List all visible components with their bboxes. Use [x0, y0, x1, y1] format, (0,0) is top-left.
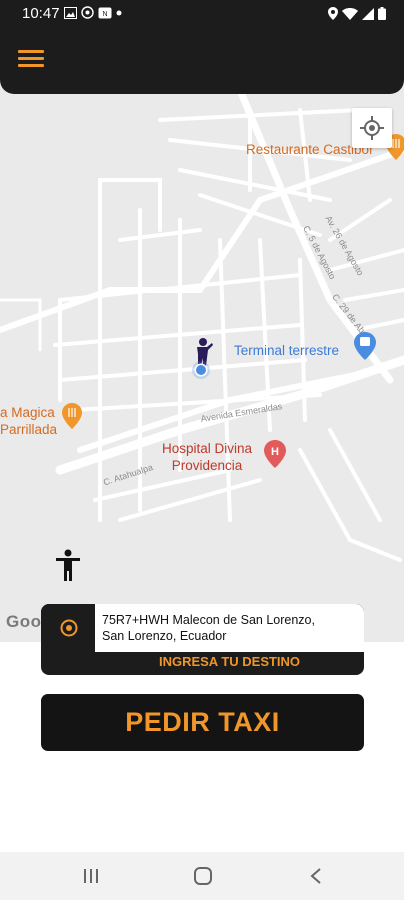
hospital-pin-icon[interactable]: H	[264, 440, 286, 468]
gallery-icon	[64, 6, 77, 19]
signal-icon	[362, 7, 374, 20]
origin-pin-box	[41, 604, 95, 652]
home-icon[interactable]	[193, 866, 213, 886]
enter-destination-button[interactable]: INGRESA TU DESTINO	[95, 654, 364, 669]
address-card: 75R7+HWH Malecon de San Lorenzo, San Lor…	[41, 604, 364, 675]
nfc-icon: N	[98, 7, 112, 18]
app-header	[0, 28, 404, 94]
dot-icon	[116, 10, 122, 15]
battery-icon	[378, 7, 386, 20]
taxi-driver-marker-icon	[56, 549, 80, 581]
parrillada-pin-icon[interactable]	[62, 403, 82, 429]
poi-terminal-label: Terminal terrestre	[234, 343, 340, 358]
svg-text:H: H	[271, 446, 279, 458]
my-location-button[interactable]	[352, 108, 392, 148]
status-time: 10:47	[22, 5, 60, 22]
current-location-dot-icon	[192, 361, 210, 379]
origin-pin-icon	[60, 619, 78, 637]
request-taxi-button[interactable]: PEDIR TAXI	[41, 694, 364, 751]
wifi-icon	[342, 7, 358, 20]
origin-address-text: 75R7+HWH Malecon de San Lorenzo, San Lor…	[102, 613, 315, 643]
status-icons-right	[328, 7, 386, 20]
bus-terminal-pin-icon[interactable]	[354, 332, 376, 360]
poi-parrillada-label: a Magica Parrillada	[0, 405, 58, 437]
location-icon	[328, 7, 338, 20]
recents-icon[interactable]	[80, 866, 102, 886]
status-icons-left: N	[64, 6, 122, 19]
origin-address-field[interactable]: 75R7+HWH Malecon de San Lorenzo, San Lor…	[95, 604, 364, 652]
whatsapp-icon	[81, 6, 94, 19]
status-bar: 10:47 N	[0, 0, 404, 28]
back-icon[interactable]	[308, 866, 324, 886]
map-view[interactable]: Restaurante Castibor Av. 26 de Agosto C.…	[0, 80, 404, 642]
svg-text:N: N	[102, 11, 107, 18]
hamburger-menu-icon[interactable]	[18, 50, 44, 72]
system-navigation-bar	[0, 852, 404, 900]
poi-hospital-label: Hospital Divina Providencia	[162, 441, 253, 473]
my-location-icon	[360, 116, 384, 140]
